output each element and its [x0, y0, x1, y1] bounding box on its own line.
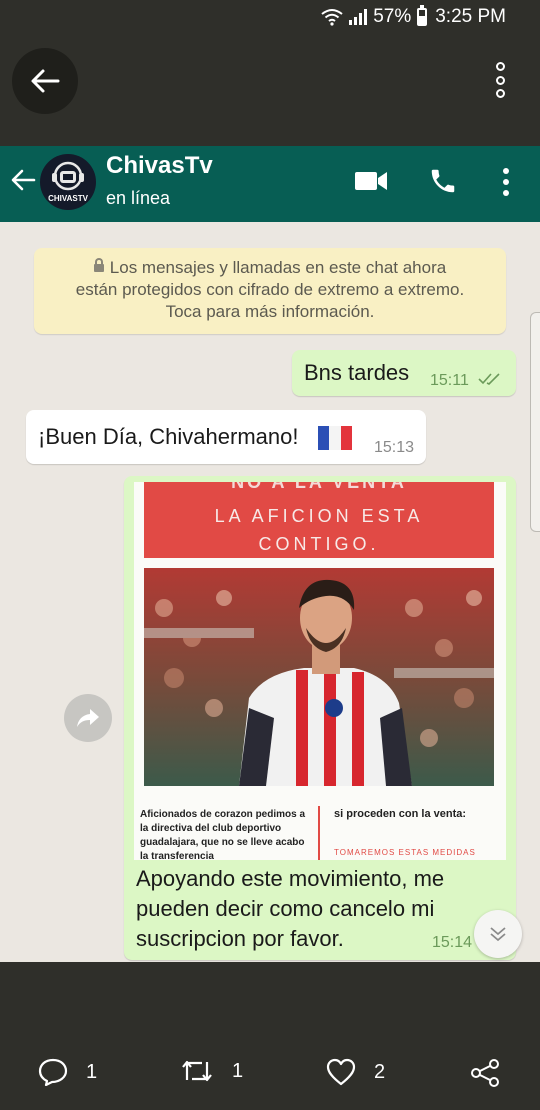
reply-icon	[38, 1058, 68, 1086]
clock: 3:25 PM	[435, 6, 506, 27]
battery-percent: 57%	[373, 6, 412, 27]
double-check-icon	[478, 373, 500, 385]
dot	[503, 168, 509, 174]
poster-banner-line-2: CONTIGO.	[258, 534, 380, 554]
chat-menu-button[interactable]	[502, 168, 510, 196]
poster-right-subtext: TOMAREMOS ESTAS MEDIDAS	[334, 848, 476, 857]
retweet-count: 1	[232, 1059, 244, 1082]
retweet-icon	[182, 1060, 212, 1082]
lock-icon	[93, 258, 104, 272]
side-scroll-handle[interactable]	[530, 312, 540, 532]
battery-icon	[417, 5, 428, 26]
message-time: 15:13	[374, 439, 415, 456]
encryption-line-2: están protegidos con cifrado de extremo …	[75, 280, 465, 299]
heart-icon	[326, 1058, 356, 1086]
poster-banner: NO A LA VENTA LA AFICION ESTA CONTIGO.	[144, 482, 494, 558]
share-icon	[471, 1059, 499, 1087]
poster-divider	[318, 806, 320, 860]
dot	[495, 62, 505, 71]
phone-icon[interactable]	[428, 166, 458, 196]
contact-name[interactable]: ChivasTv	[106, 152, 213, 180]
player-photo	[144, 568, 494, 786]
message-text: ¡Buen Día, Chivahermano!	[38, 424, 299, 449]
forward-button[interactable]	[64, 694, 112, 742]
avatar[interactable]: CHIVASTV	[40, 154, 96, 210]
dot	[503, 179, 509, 185]
incoming-message[interactable]: ¡Buen Día, Chivahermano! 15:13	[26, 410, 426, 464]
video-call-icon[interactable]	[354, 170, 388, 192]
back-arrow-icon[interactable]	[10, 168, 36, 192]
back-button[interactable]	[12, 48, 78, 114]
chivastv-logo-icon: CHIVASTV	[48, 161, 89, 203]
reply-action[interactable]: 1	[38, 1058, 97, 1086]
more-options-button[interactable]	[490, 62, 510, 98]
dot	[495, 75, 505, 85]
like-action[interactable]: 2	[326, 1058, 385, 1086]
outgoing-image-message[interactable]: NO A LA VENTA LA AFICION ESTA CONTIGO. A…	[124, 476, 516, 960]
encryption-notice[interactable]: Los mensajes y llamadas en este chat aho…	[34, 248, 506, 334]
encryption-line-3: Toca para más información.	[165, 302, 375, 321]
shared-screenshot[interactable]: CHIVASTV ChivasTv en línea Los mensajes …	[0, 146, 540, 962]
tweet-actions: 1 1 2	[0, 1048, 540, 1098]
message-time: 15:11	[430, 372, 469, 389]
chevron-down-icon	[490, 927, 506, 942]
status-bar: 57% 3:25 PM	[0, 0, 540, 36]
outgoing-message[interactable]: Bns tardes 15:11	[292, 350, 516, 396]
encryption-line-1: Los mensajes y llamadas en este chat aho…	[109, 258, 447, 277]
reply-count: 1	[86, 1060, 98, 1083]
dot	[495, 89, 505, 98]
poster-right-text: si proceden con la venta:	[334, 808, 467, 820]
poster-banner-top: NO A LA VENTA	[231, 482, 407, 492]
poster-left-text: Aficionados de corazon pedimos a la dire…	[140, 809, 306, 860]
share-action[interactable]	[470, 1058, 500, 1088]
back-arrow-icon	[31, 69, 60, 93]
message-text: Bns tardes	[304, 360, 410, 385]
viewer-top-bar	[0, 36, 540, 146]
retweet-action[interactable]: 1	[180, 1058, 243, 1084]
wifi-icon	[321, 9, 343, 26]
contact-status: en línea	[106, 188, 171, 208]
message-time: 15:14	[432, 934, 473, 951]
avatar-text: CHIVASTV	[48, 194, 89, 203]
france-flag-icon	[318, 426, 352, 450]
scroll-to-bottom-button[interactable]	[474, 910, 522, 958]
forward-icon	[77, 709, 99, 727]
signal-icon	[349, 9, 368, 25]
dot	[503, 190, 509, 196]
poster-banner-line-1: LA AFICION ESTA	[214, 506, 424, 526]
shared-image[interactable]: NO A LA VENTA LA AFICION ESTA CONTIGO. A…	[134, 482, 506, 860]
chat-header: CHIVASTV ChivasTv en línea	[0, 146, 540, 222]
like-count: 2	[374, 1060, 386, 1083]
